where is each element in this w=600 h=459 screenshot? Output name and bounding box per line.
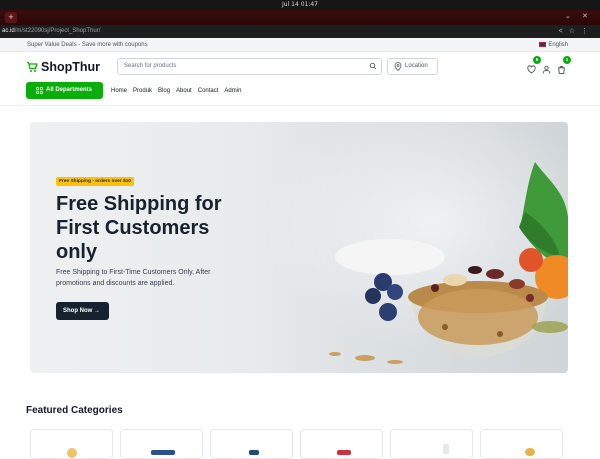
brand-name: ShopThur xyxy=(41,60,101,74)
search-placeholder: Search for products xyxy=(124,63,177,69)
share-icon[interactable]: < xyxy=(559,28,569,35)
new-tab-plus-icon[interactable]: + xyxy=(5,12,17,23)
address-bar[interactable]: ac.id/m/st22090sj/Project_ShopThur/ <☆⋮ xyxy=(0,25,600,38)
cart-button[interactable]: 1 xyxy=(557,56,571,74)
wishlist-button[interactable]: 5 xyxy=(527,56,541,74)
shopping-cart-icon xyxy=(27,61,38,72)
user-icon xyxy=(542,65,551,74)
heart-icon xyxy=(527,65,536,74)
location-button[interactable]: Location xyxy=(387,58,438,75)
url-path: /m/st22090sj/Project_ShopThur/ xyxy=(14,28,101,34)
shopping-bag-icon xyxy=(558,66,565,74)
nav-produk[interactable]: Produk xyxy=(133,88,152,94)
category-card[interactable] xyxy=(120,429,203,459)
location-label: Location xyxy=(405,63,428,69)
category-thumbnail xyxy=(443,444,449,454)
uk-flag-icon xyxy=(539,41,547,47)
os-top-bar: Jul 14 01:47 xyxy=(0,0,600,10)
all-departments-button[interactable]: All Departments xyxy=(26,82,103,99)
category-thumbnail xyxy=(67,448,77,458)
hero-banner: Free Shipping - orders over $10 Free Shi… xyxy=(30,122,568,373)
cart-count-badge: 1 xyxy=(563,56,571,64)
nav-blog[interactable]: Blog xyxy=(158,88,170,94)
search-icon[interactable] xyxy=(369,62,377,70)
category-card[interactable] xyxy=(390,429,473,459)
promo-text: Super Value Deals - Save more with coupo… xyxy=(27,42,148,48)
chevron-down-icon[interactable]: ⌄ xyxy=(565,12,571,20)
all-departments-label: All Departments xyxy=(46,87,93,93)
category-cards xyxy=(30,429,563,459)
bookmark-star-icon[interactable]: ☆ xyxy=(569,28,581,35)
url-host: ac.id xyxy=(2,28,15,34)
search-input[interactable]: Search for products xyxy=(117,58,382,75)
promo-strip: Super Value Deals - Save more with coupo… xyxy=(0,38,600,52)
grid-icon xyxy=(36,87,43,94)
menu-dots-icon[interactable]: ⋮ xyxy=(581,28,594,35)
category-card[interactable] xyxy=(210,429,293,459)
featured-categories-heading: Featured Categories xyxy=(26,405,123,416)
free-shipping-badge: Free Shipping - orders over $10 xyxy=(56,177,134,186)
category-card[interactable] xyxy=(30,429,113,459)
os-clock: Jul 14 01:47 xyxy=(282,1,318,8)
arrow-right-icon: → xyxy=(94,308,101,314)
hero-title: Free Shipping for First Customers only xyxy=(56,193,222,263)
granola-bowl-image xyxy=(329,162,568,364)
account-button[interactable] xyxy=(542,61,551,74)
nav-about[interactable]: About xyxy=(176,88,192,94)
language-label: English xyxy=(548,42,568,48)
nav-admin[interactable]: Admin xyxy=(224,88,241,94)
shop-now-label: Shop Now xyxy=(63,308,93,314)
header-actions: 5 1 xyxy=(527,56,571,74)
map-pin-icon xyxy=(394,62,402,71)
nav-contact[interactable]: Contact xyxy=(198,88,219,94)
hero-subtitle: Free Shipping to First-Time Customers On… xyxy=(56,269,211,287)
site-header: ShopThur Search for products Location 5 xyxy=(0,52,600,106)
category-card[interactable] xyxy=(480,429,563,459)
close-window-icon[interactable]: ✕ xyxy=(582,12,588,20)
browser-tab-bar: + ⌄ ✕ xyxy=(0,10,600,25)
site-logo[interactable]: ShopThur xyxy=(26,60,100,74)
wishlist-count-badge: 5 xyxy=(533,56,541,64)
language-selector[interactable]: English xyxy=(539,38,568,52)
nav-home[interactable]: Home xyxy=(111,88,127,94)
category-card[interactable] xyxy=(300,429,383,459)
main-nav: Home Produk Blog About Contact Admin xyxy=(111,82,241,99)
category-thumbnail xyxy=(525,448,535,456)
shop-now-button[interactable]: Shop Now → xyxy=(56,302,109,320)
